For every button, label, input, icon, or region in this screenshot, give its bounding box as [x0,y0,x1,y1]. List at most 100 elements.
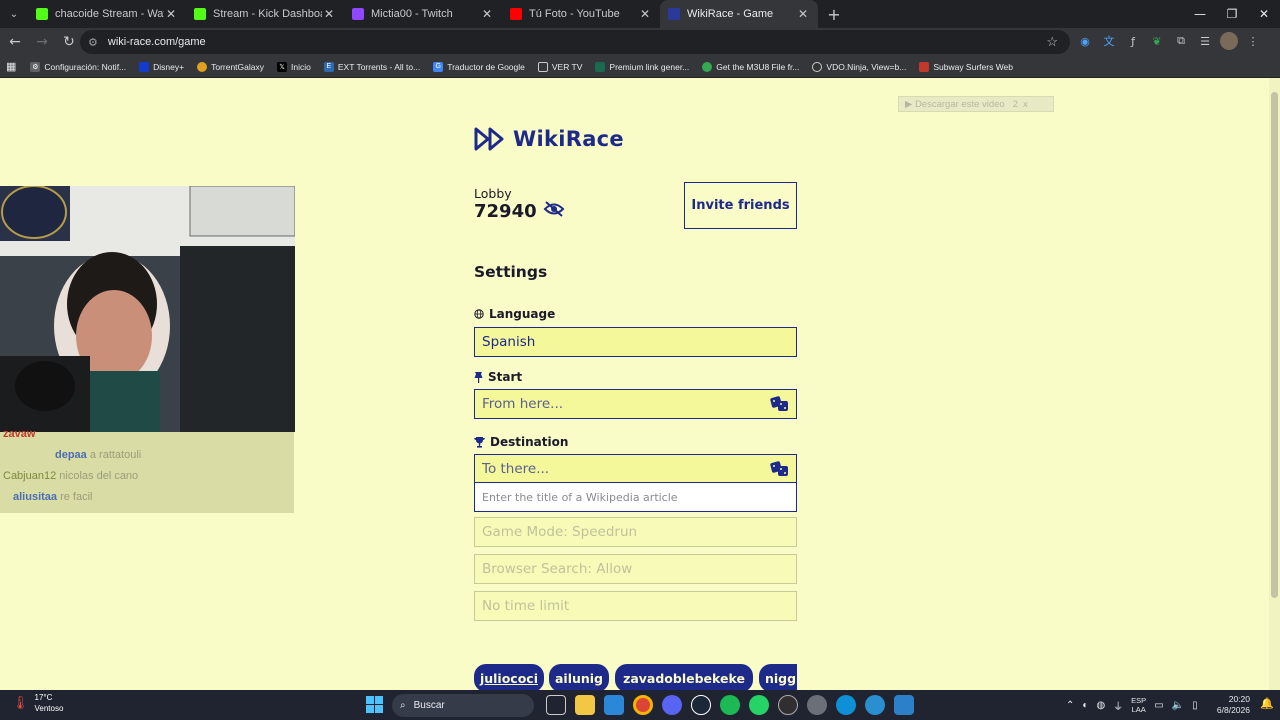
scrollbar-thumb[interactable] [1271,92,1278,598]
bookmark-star-icon[interactable]: ☆ [1046,34,1058,50]
overlay-close-icon[interactable]: x [1023,99,1028,110]
start-article-input[interactable]: From here... [474,389,797,419]
file-explorer-icon[interactable] [575,695,595,715]
fx-extension-icon[interactable]: ƒ [1124,32,1142,50]
destination-label: Destination [474,435,568,449]
task-view-icon[interactable] [546,695,566,715]
wikipedia-search-input[interactable]: Enter the title of a Wikipedia article [474,482,797,512]
battery-icon[interactable]: ▯ [1192,700,1198,711]
reload-icon[interactable]: ↻ [57,30,81,54]
minimize-icon[interactable]: — [1184,0,1216,28]
bookmark-item[interactable]: ⚙ Configuración: Notif... [30,61,126,72]
profile-avatar[interactable] [1220,32,1238,50]
site-info-icon[interactable]: ⚙ [88,36,98,49]
edge-icon[interactable] [836,695,856,715]
maximize-icon[interactable]: ❐ [1216,0,1248,28]
page-scrollbar[interactable] [1269,78,1280,690]
player-chip[interactable]: ailunig [549,664,609,690]
address-bar[interactable]: ⚙ wiki-race.com/game ☆ [80,30,1070,54]
browser-tab[interactable]: Stream - Kick Dashboard ✕ [186,0,344,28]
windows-start-icon[interactable] [366,696,383,717]
kick-icon [194,8,206,20]
usb-icon[interactable]: ⏚ [1113,698,1123,713]
close-window-icon[interactable]: ✕ [1248,0,1280,28]
browser-tab[interactable]: Tú Foto - YouTube ✕ [502,0,660,28]
apps-grid-icon[interactable]: ▦ [6,60,16,73]
tab-search-chevron-icon[interactable]: ⌄ [0,0,28,28]
invite-friends-button[interactable]: Invite friends [684,182,797,229]
settings-gear-icon[interactable] [807,695,827,715]
extensions-puzzle-icon[interactable]: ⧉ [1172,32,1190,50]
browser-tab-active[interactable]: WikiRace - Game ✕ [660,0,818,28]
download-count: 2 [1012,98,1019,110]
eye-off-icon[interactable] [543,201,565,222]
steam-tray-icon[interactable]: ◐ [1082,700,1088,711]
close-tab-icon[interactable]: ✕ [638,7,652,21]
bookmark-item[interactable]: Disney+ [139,61,184,72]
dice-icon[interactable] [770,395,790,417]
spotify-icon[interactable] [720,695,740,715]
time-limit-select[interactable]: No time limit [474,591,797,621]
language-select[interactable]: Spanish [474,327,797,357]
close-tab-icon[interactable]: ✕ [796,7,810,21]
chat-username: Cabjuan12 [3,470,57,482]
bookmark-item[interactable]: VDO.Ninja, View=b... [812,61,906,72]
tab-title: Mictia00 - Twitch [371,8,453,20]
link-icon [595,61,606,72]
store-icon[interactable] [604,695,624,715]
wikirace-logo[interactable]: WikiRace [474,126,624,152]
clock[interactable]: 20:20 6/8/2026 [1217,694,1250,716]
bookmark-item[interactable]: E EXT Torrents - All to... [323,61,420,72]
browser-tab[interactable]: Mictia00 - Twitch ✕ [344,0,502,28]
network-icon[interactable]: ▭ [1154,700,1163,711]
lobby-id-row: 72940 [474,201,565,222]
bookmark-item[interactable]: 𝕏 Inicio [277,61,311,72]
chrome-icon[interactable] [633,695,653,715]
notifications-bell-icon[interactable]: 🔔 [1260,697,1274,710]
close-tab-icon[interactable]: ✕ [480,7,494,21]
player-chip[interactable]: nigg [759,664,797,690]
browser-tab[interactable]: chacoide Stream - Watch Live o ✕ [28,0,186,28]
taskbar-search[interactable]: ⌕ Buscar [392,694,534,717]
discord-tray-icon[interactable]: ◍ [1096,700,1105,711]
shazam-extension-icon[interactable]: ◉ [1076,32,1094,50]
leaf-extension-icon[interactable]: ❦ [1148,32,1166,50]
translate-extension-icon[interactable]: 文 [1100,32,1118,50]
galaxy-icon [197,61,208,72]
browser-search-select[interactable]: Browser Search: Allow [474,554,797,584]
back-icon[interactable]: ← [3,30,27,54]
game-mode-select[interactable]: Game Mode: Speedrun [474,517,797,547]
system-tray: ⌃ ◐ ◍ ⏚ ESP LAA ▭ 🔈 ▯ [1066,696,1198,714]
bookmark-item[interactable]: TorrentGalaxy [197,61,264,72]
close-tab-icon[interactable]: ✕ [164,7,178,21]
download-label[interactable]: ▶ Descargar este video [905,99,1005,110]
chat-message: zavaw [3,428,35,440]
forward-icon[interactable]: → [30,30,54,54]
download-video-overlay[interactable]: ▶ Descargar este video 2 x [898,96,1054,112]
dice-icon[interactable] [770,460,790,482]
browser-menu-icon[interactable]: ⋮ [1244,32,1262,50]
obs-icon[interactable] [778,695,798,715]
whatsapp-icon[interactable] [749,695,769,715]
language-indicator[interactable]: ESP LAA [1131,696,1146,714]
new-tab-button[interactable]: + [822,2,846,26]
search-label: Buscar [413,700,445,711]
tray-chevron-icon[interactable]: ⌃ [1066,700,1074,711]
volume-icon[interactable]: 🔈 [1172,700,1184,711]
discord-icon[interactable] [662,695,682,715]
steam-icon[interactable] [691,695,711,715]
player-chip[interactable]: zavadoblebekeke [615,664,753,690]
bookmark-item[interactable]: Subway Surfers Web [919,61,1013,72]
destination-article-input[interactable]: To there... [474,454,797,484]
bookmark-item[interactable]: Premium link gener... [595,61,689,72]
ccleaner-icon[interactable] [865,695,885,715]
search-placeholder: Enter the title of a Wikipedia article [482,490,678,504]
bookmark-item[interactable]: VER TV [537,61,582,72]
player-chip[interactable]: juliococi [474,664,544,690]
bookmark-item[interactable]: G Traductor de Google [433,61,525,72]
close-tab-icon[interactable]: ✕ [322,7,336,21]
bookmark-item[interactable]: Get the M3U8 File fr... [702,61,799,72]
weather-widget[interactable]: 🌡 17°C Ventoso [12,692,63,714]
notepad-icon[interactable] [894,695,914,715]
reading-list-icon[interactable]: ☰ [1196,32,1214,50]
